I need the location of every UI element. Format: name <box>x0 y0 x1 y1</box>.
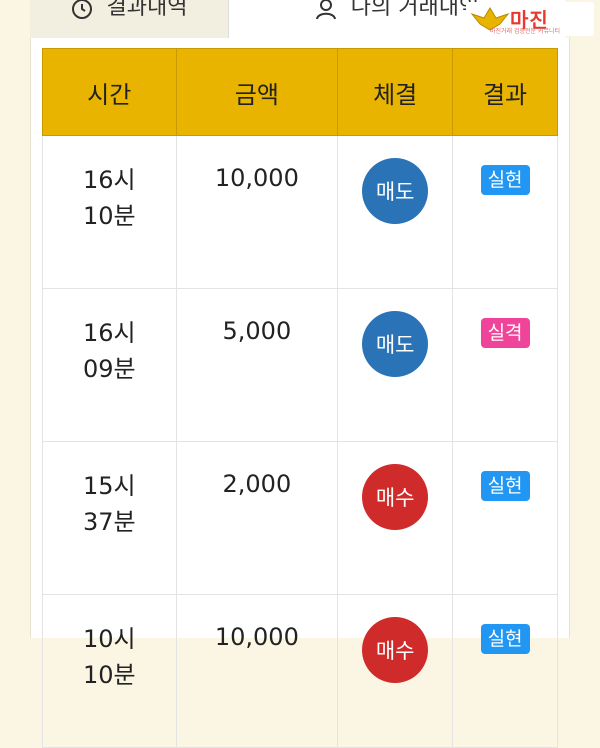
sell-badge: 매도 <box>362 158 429 224</box>
table-row: 15시 37분 2,000 매수 실현 <box>42 441 558 595</box>
amount-cell: 5,000 <box>175 288 339 442</box>
header-amount: 금액 <box>175 48 339 136</box>
sell-badge: 매도 <box>362 311 429 377</box>
time-minute: 10분 <box>82 202 136 230</box>
fill-cell: 매수 <box>337 594 454 748</box>
time-minute: 10분 <box>82 661 136 689</box>
tab-results-label: 결과내역 <box>106 0 188 20</box>
time-minute: 37분 <box>82 508 136 536</box>
tab-results[interactable]: 결과내역 <box>30 0 229 38</box>
amount-cell: 10,000 <box>175 594 339 748</box>
time-cell: 16시 10분 <box>42 135 177 289</box>
trade-table: 시간 금액 체결 결과 16시 10분 10,000 매도 실현 16시 09분… <box>42 48 558 748</box>
time-hour: 16시 <box>82 166 136 194</box>
result-badge: 실격 <box>480 318 530 348</box>
history-icon <box>71 0 93 22</box>
result-badge: 실현 <box>480 471 530 501</box>
amount-cell: 2,000 <box>175 441 339 595</box>
table-row: 10시 10분 10,000 매수 실현 <box>42 594 558 748</box>
table-row: 16시 10분 10,000 매도 실현 <box>42 135 558 289</box>
tab-my-trades-label: 나의 거래내역 <box>350 0 480 20</box>
result-cell: 실현 <box>452 135 558 289</box>
buy-badge: 매수 <box>362 617 429 683</box>
buy-badge: 매수 <box>362 464 429 530</box>
result-cell: 실현 <box>452 594 558 748</box>
table-header-row: 시간 금액 체결 결과 <box>42 48 558 136</box>
fill-cell: 매수 <box>337 441 454 595</box>
result-cell: 실현 <box>452 441 558 595</box>
logo-subtitle: 마진거래 검증전문 커뮤니티 <box>490 28 561 35</box>
header-time: 시간 <box>42 48 177 136</box>
time-hour: 10시 <box>82 625 136 653</box>
header-result: 결과 <box>452 48 558 136</box>
user-icon <box>315 0 337 22</box>
time-cell: 16시 09분 <box>42 288 177 442</box>
amount-cell: 10,000 <box>175 135 339 289</box>
result-cell: 실격 <box>452 288 558 442</box>
time-minute: 09분 <box>82 355 136 383</box>
site-logo: 마진 마진거래 검증전문 커뮤니티 <box>466 2 594 36</box>
table-row: 16시 09분 5,000 매도 실격 <box>42 288 558 442</box>
trade-history-panel: 시간 금액 체결 결과 16시 10분 10,000 매도 실현 16시 09분… <box>30 38 570 748</box>
header-fill: 체결 <box>337 48 454 136</box>
time-cell: 15시 37분 <box>42 441 177 595</box>
result-badge: 실현 <box>480 165 530 195</box>
time-hour: 16시 <box>82 319 136 347</box>
fill-cell: 매도 <box>337 135 454 289</box>
time-hour: 15시 <box>82 472 136 500</box>
time-cell: 10시 10분 <box>42 594 177 748</box>
fill-cell: 매도 <box>337 288 454 442</box>
